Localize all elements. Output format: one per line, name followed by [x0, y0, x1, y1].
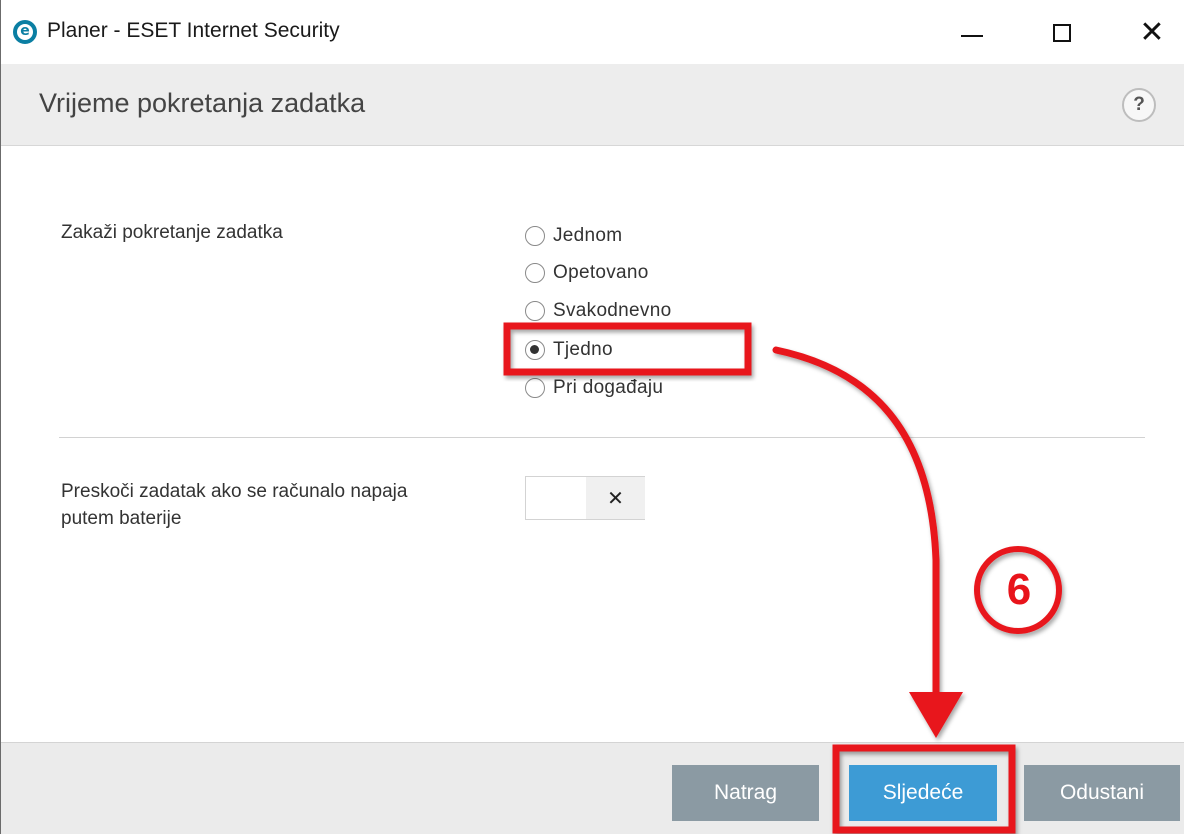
radio-option-on-event[interactable]: Pri događaju — [525, 374, 663, 402]
back-button[interactable]: Natrag — [672, 765, 819, 821]
annotation-arrowhead — [909, 692, 963, 738]
minimize-button[interactable] — [949, 12, 995, 54]
schedule-label: Zakaži pokretanje zadatka — [61, 222, 283, 243]
radio-circle-icon — [525, 226, 545, 246]
window-title: Planer - ESET Internet Security — [47, 19, 340, 42]
step-number: 6 — [1006, 565, 1032, 614]
page-header: Vrijeme pokretanja zadatka ? — [1, 64, 1184, 146]
maximize-button[interactable] — [1039, 12, 1085, 54]
radio-option-label: Tjedno — [553, 339, 613, 360]
section-divider — [59, 437, 1145, 438]
annotation-arrow — [772, 346, 940, 699]
radio-option-label: Pri događaju — [553, 377, 664, 398]
radio-circle-icon — [525, 378, 545, 398]
radio-option-weekly[interactable]: Tjedno — [525, 336, 613, 364]
radio-circle-icon — [525, 301, 545, 321]
battery-label-line2: putem baterije — [61, 508, 182, 529]
toggle-off-icon: ✕ — [586, 477, 645, 519]
page-title: Vrijeme pokretanja zadatka — [39, 88, 366, 118]
maximize-icon — [1053, 24, 1071, 42]
minimize-icon — [961, 35, 983, 37]
eset-logo-letter: e — [17, 24, 33, 40]
wizard-footer — [1, 742, 1184, 834]
radio-option-once[interactable]: Jednom — [525, 222, 622, 250]
radio-option-repeatedly[interactable]: Opetovano — [525, 259, 649, 287]
close-icon: ✕ — [1139, 15, 1165, 50]
next-button[interactable]: Sljedeće — [849, 765, 997, 821]
battery-skip-toggle[interactable]: ✕ — [525, 476, 645, 520]
radio-circle-checked-icon — [525, 340, 545, 360]
cancel-button[interactable]: Odustani — [1024, 765, 1180, 821]
help-icon[interactable]: ? — [1122, 88, 1156, 122]
radio-option-label: Opetovano — [553, 262, 649, 283]
radio-circle-icon — [525, 263, 545, 283]
close-button[interactable]: ✕ — [1129, 12, 1175, 54]
title-bar: e Planer - ESET Internet Security ✕ — [1, 0, 1184, 64]
radio-option-label: Svakodnevno — [553, 300, 672, 321]
radio-option-label: Jednom — [553, 225, 623, 246]
eset-logo-icon: e — [13, 20, 37, 44]
radio-option-daily[interactable]: Svakodnevno — [525, 297, 671, 325]
battery-label-line1: Preskoči zadatak ako se računalo napaja — [61, 481, 408, 502]
scheduler-window: e Planer - ESET Internet Security ✕ Vrij… — [0, 0, 1184, 834]
